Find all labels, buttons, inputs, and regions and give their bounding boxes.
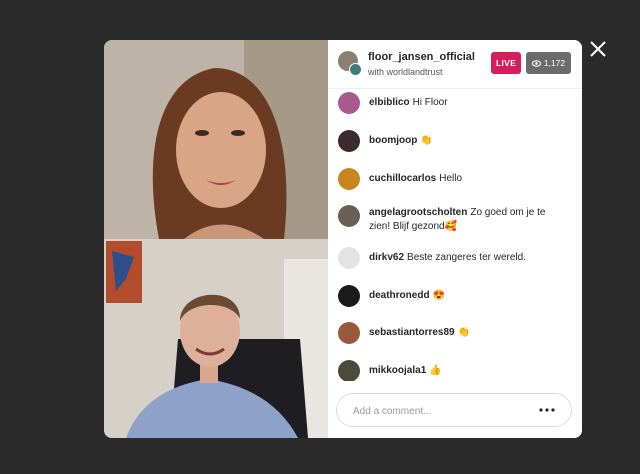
comment-input[interactable] — [351, 402, 525, 420]
comment-text: Hi Floor — [412, 97, 448, 108]
host-username[interactable]: floor_jansen_official — [368, 51, 475, 63]
live-badge: LIVE — [491, 52, 521, 74]
partner-badge-icon — [349, 63, 362, 76]
comment-username[interactable]: angelagrootscholten — [369, 207, 467, 218]
viewer-count: 1,172 — [543, 58, 566, 68]
comment-avatar[interactable] — [338, 92, 360, 114]
comment-username[interactable]: sebastiantorres89 — [369, 327, 455, 338]
comment-text: 👏 — [420, 135, 433, 146]
comment-username[interactable]: cuchillocarlos — [369, 173, 436, 184]
close-icon — [590, 41, 606, 57]
guest-video-frame — [104, 239, 328, 438]
comment-avatar[interactable] — [338, 130, 360, 152]
comment-username[interactable]: deathronedd — [369, 290, 430, 301]
comment-avatar[interactable] — [338, 168, 360, 190]
comment-text: 👍 — [429, 365, 442, 376]
comment-text: 😍 — [432, 290, 446, 301]
viewer-count-badge[interactable]: 1,172 — [526, 52, 571, 74]
eye-icon — [531, 59, 541, 67]
comment-avatar[interactable] — [338, 247, 360, 269]
live-stream-modal: floor_jansen_official with worldlandtrus… — [104, 40, 582, 438]
comment-text: Beste zangeres ter wereld. — [407, 252, 526, 263]
guest-video[interactable] — [104, 239, 328, 438]
comment-composer — [336, 393, 572, 427]
host-video[interactable] — [104, 40, 328, 239]
comment-username[interactable]: mikkoojala1 — [369, 365, 426, 376]
comment-avatar[interactable] — [338, 285, 360, 307]
comment-avatar[interactable] — [338, 322, 360, 344]
comment-username[interactable]: dirkv62 — [369, 252, 404, 263]
chat-pane: floor_jansen_official with worldlandtrus… — [328, 40, 582, 438]
comment-text: 👏 — [457, 327, 471, 338]
close-button[interactable] — [588, 39, 608, 59]
comment-list: elbiblico Hi Floor boomjoop 👏 cuchillocarl… — [328, 88, 582, 381]
video-pane — [104, 40, 328, 438]
comment-avatar[interactable] — [338, 360, 360, 381]
guest-label: with worldlandtrust — [368, 67, 443, 77]
host-video-frame — [104, 40, 328, 239]
more-options-icon — [539, 408, 555, 412]
comment-text: Hello — [439, 173, 463, 184]
more-options-button[interactable] — [535, 402, 559, 418]
comment-avatar[interactable] — [338, 205, 360, 227]
stream-header: floor_jansen_official with worldlandtrus… — [328, 40, 582, 89]
comment-username[interactable]: elbiblico — [369, 97, 410, 108]
comment-username[interactable]: boomjoop — [369, 135, 417, 146]
